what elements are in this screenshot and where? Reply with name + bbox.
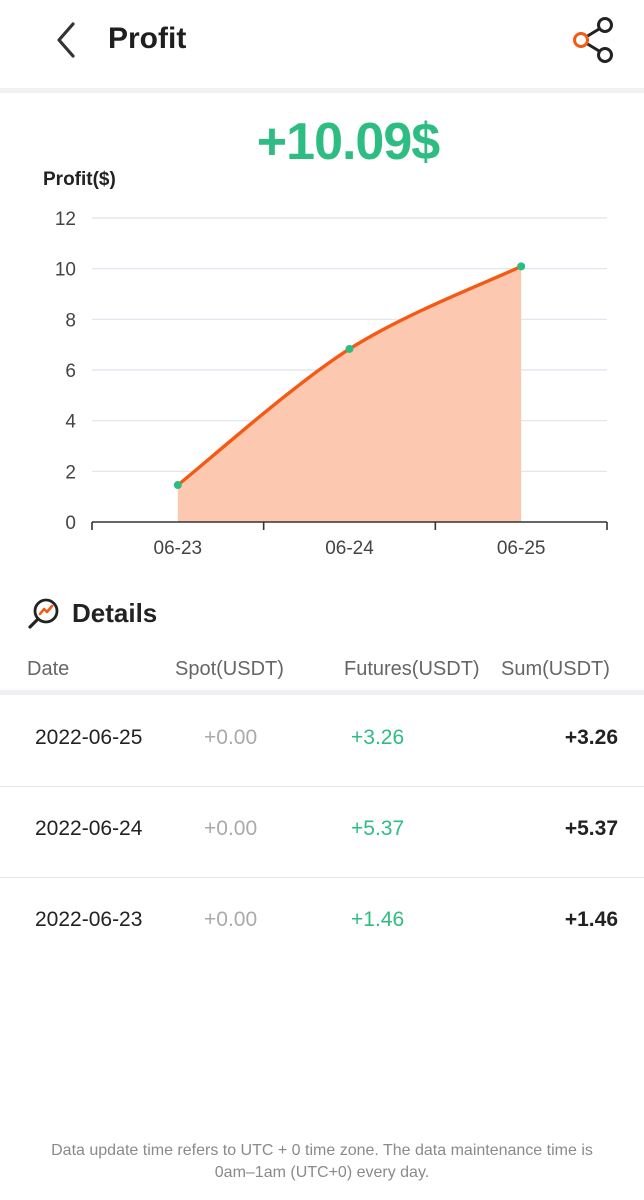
- y-axis-title: Profit($): [43, 169, 116, 190]
- x-tick-label: 06-23: [154, 538, 203, 559]
- y-tick-label: 6: [65, 361, 76, 382]
- chevron-left-icon: [57, 22, 75, 58]
- x-tick-label: 06-24: [325, 538, 374, 559]
- table-row[interactable]: 2022-06-25 +0.00 +3.26 +3.26: [0, 696, 644, 787]
- header-divider: [0, 88, 644, 93]
- x-tick-label: 06-25: [497, 538, 546, 559]
- table-row[interactable]: 2022-06-23 +0.00 +1.46 +1.46: [0, 878, 644, 969]
- y-tick-label: 2: [65, 462, 76, 483]
- row-date: 2022-06-23: [35, 908, 143, 931]
- row-futures: +1.46: [351, 908, 405, 931]
- share-button[interactable]: [568, 14, 622, 68]
- footer-note: Data update time refers to UTC + 0 time …: [0, 1140, 644, 1184]
- trend-chart-icon: [28, 598, 59, 629]
- page-title: Profit: [108, 22, 187, 55]
- row-date: 2022-06-24: [35, 817, 143, 840]
- table-header-divider: [0, 690, 644, 695]
- y-tick-label: 0: [65, 513, 76, 534]
- profit-chart: 0 2 4 6 8 10 12 06-23 06-24 06-25: [55, 209, 608, 559]
- y-tick-label: 8: [65, 310, 76, 331]
- data-point: [173, 481, 182, 490]
- row-spot: +0.00: [204, 908, 258, 931]
- column-header-date: Date: [27, 658, 70, 680]
- total-profit-value: +10.09$: [256, 113, 440, 171]
- footer-note-line-1: Data update time refers to UTC + 0 time …: [51, 1142, 593, 1159]
- row-spot: +0.00: [204, 817, 258, 840]
- data-point: [517, 262, 526, 271]
- details-title: Details: [72, 598, 158, 628]
- data-point: [345, 344, 354, 353]
- share-icon: [573, 17, 613, 63]
- series-area: [177, 266, 522, 522]
- row-sum: +3.26: [564, 726, 618, 749]
- row-spot: +0.00: [204, 726, 258, 749]
- back-button[interactable]: [44, 18, 88, 62]
- row-date: 2022-06-25: [35, 726, 143, 749]
- y-tick-label: 4: [65, 412, 76, 433]
- y-tick-label: 12: [55, 209, 76, 230]
- app-header: Profit: [0, 0, 644, 93]
- row-sum: +1.46: [564, 908, 618, 931]
- column-header-sum: Sum(USDT): [501, 658, 610, 680]
- row-futures: +5.37: [351, 817, 405, 840]
- row-futures: +3.26: [351, 726, 405, 749]
- column-header-spot: Spot(USDT): [175, 658, 284, 680]
- table-row[interactable]: 2022-06-24 +0.00 +5.37 +5.37: [0, 787, 644, 878]
- row-sum: +5.37: [564, 817, 618, 840]
- column-header-futures: Futures(USDT): [344, 658, 480, 680]
- footer-note-line-2: 0am–1am (UTC+0) every day.: [214, 1164, 430, 1181]
- y-tick-label: 10: [55, 260, 76, 281]
